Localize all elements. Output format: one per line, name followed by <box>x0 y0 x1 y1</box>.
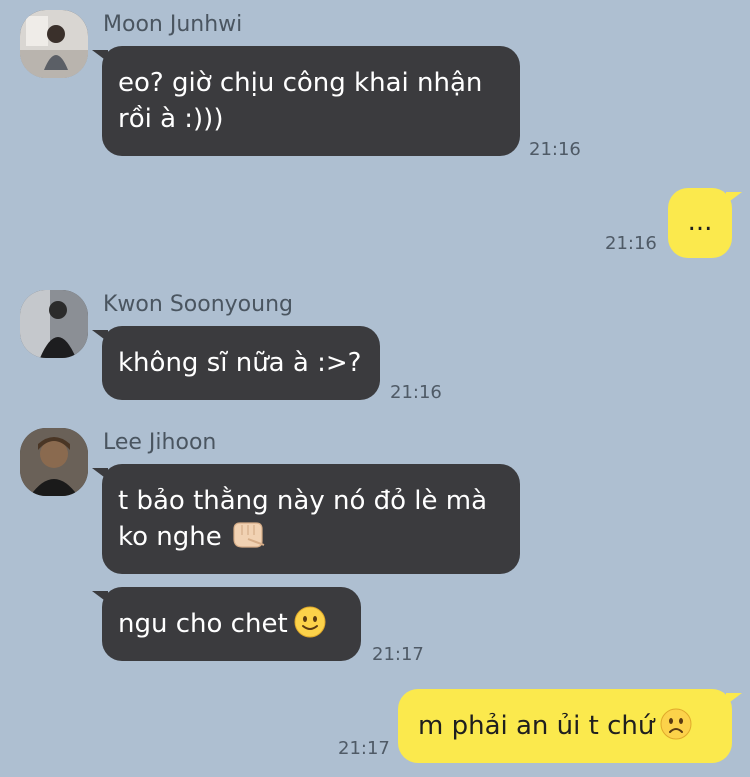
pointing-fist-emoji-icon <box>228 519 266 561</box>
message-line: eo? giờ chịu công khai nhận <box>118 68 483 98</box>
message-time: 21:17 <box>338 738 390 759</box>
message-bubble[interactable]: ngu cho chet <box>92 587 361 661</box>
message-bubble[interactable]: không sĩ nữa à :>? <box>92 326 380 400</box>
message-bubble[interactable]: ... <box>668 188 742 258</box>
message-bubble[interactable]: m phải an ủi t chứ <box>398 689 742 763</box>
avatar-moon-junhwi[interactable] <box>20 10 88 78</box>
avatar-kwon-soonyoung[interactable] <box>20 290 88 358</box>
message-line: không sĩ nữa à :>? <box>118 348 362 378</box>
sender-name: Lee Jihoon <box>103 430 217 455</box>
frowning-face-emoji-icon <box>660 708 692 750</box>
message-line: ngu cho chet <box>118 609 288 639</box>
message-line: rồi à :))) <box>118 104 224 134</box>
profile-photo-icon <box>20 10 88 78</box>
message-line: ... <box>687 207 713 237</box>
message-time: 21:16 <box>605 233 657 254</box>
profile-photo-icon <box>20 290 88 358</box>
sender-name: Moon Junhwi <box>103 12 243 37</box>
avatar-lee-jihoon[interactable] <box>20 428 88 496</box>
profile-photo-icon <box>20 428 88 496</box>
sender-name: Kwon Soonyoung <box>103 292 293 317</box>
message-bubble[interactable]: t bảo thằng này nó đỏ lè mà ko nghe <box>92 464 520 574</box>
message-time: 21:16 <box>529 139 581 160</box>
message-line: ko nghe <box>118 519 504 561</box>
message-time: 21:16 <box>390 382 442 403</box>
message-line: m phải an ủi t chứ <box>418 711 655 741</box>
slight-smile-emoji-icon <box>294 606 326 648</box>
message-line: t bảo thằng này nó đỏ lè mà <box>118 486 488 516</box>
message-bubble[interactable]: eo? giờ chịu công khai nhận rồi à :))) <box>92 46 520 156</box>
message-time: 21:17 <box>372 644 424 665</box>
